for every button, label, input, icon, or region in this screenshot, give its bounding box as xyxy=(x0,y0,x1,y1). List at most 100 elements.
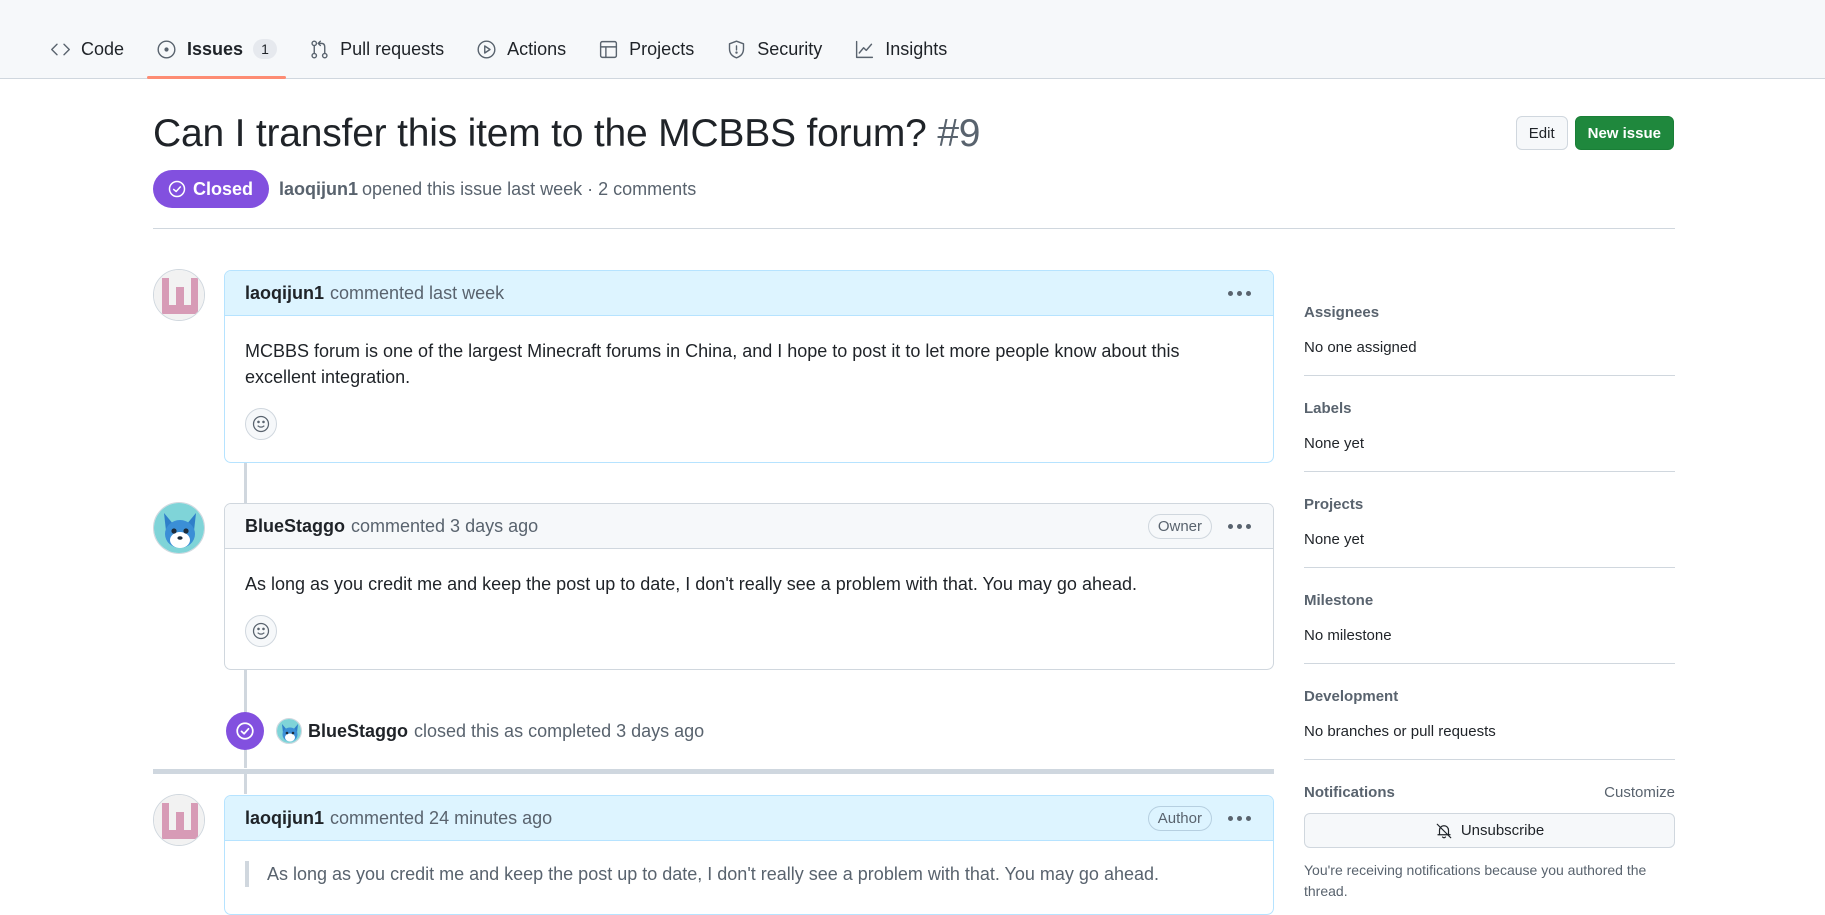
avatar[interactable] xyxy=(153,794,205,846)
sidebar-milestone[interactable]: Milestone No milestone xyxy=(1304,568,1675,664)
timeline-event-closed: BlueStaggo closed this as completed 3 da… xyxy=(226,712,704,750)
issues-count-badge: 1 xyxy=(253,39,278,59)
add-reaction-button[interactable] xyxy=(245,408,277,440)
tab-label: Issues xyxy=(187,38,244,59)
issue-title: Can I transfer this item to the MCBBS fo… xyxy=(153,112,980,156)
check-circle-icon xyxy=(236,722,254,740)
tab-label: Actions xyxy=(507,38,567,59)
issue-author-link[interactable]: laoqijun1 xyxy=(279,179,358,200)
comment-body: As long as you credit me and keep the po… xyxy=(225,841,1273,887)
comment-author[interactable]: laoqijun1 xyxy=(245,283,324,304)
comment-author[interactable]: laoqijun1 xyxy=(245,808,324,829)
tab-code[interactable]: Code xyxy=(38,28,136,70)
event-text: closed this as completed 3 days ago xyxy=(414,720,705,741)
code-icon xyxy=(51,43,70,55)
issue-opened-icon xyxy=(157,39,176,59)
sidebar-section-value: No one assigned xyxy=(1304,339,1417,356)
avatar[interactable] xyxy=(153,502,205,554)
unsubscribe-label: Unsubscribe xyxy=(1460,822,1545,839)
notifications-title: Notifications xyxy=(1304,784,1395,801)
tab-projects[interactable]: Projects xyxy=(586,28,706,70)
tab-actions[interactable]: Actions xyxy=(464,28,578,70)
tab-label: Projects xyxy=(629,38,695,59)
bell-slash-icon xyxy=(1436,823,1452,838)
comment: laoqijun1 commented 24 minutes ago Autho… xyxy=(224,795,1274,915)
tab-insights[interactable]: Insights xyxy=(842,28,959,70)
sidebar-section-value: None yet xyxy=(1304,435,1365,452)
smiley-icon xyxy=(252,622,270,640)
new-issue-button[interactable]: New issue xyxy=(1574,116,1674,150)
unsubscribe-button[interactable]: Unsubscribe xyxy=(1304,813,1675,848)
git-pull-request-icon xyxy=(311,39,328,59)
check-circle-icon xyxy=(168,180,186,198)
sidebar-section-title: Labels xyxy=(1304,400,1352,417)
issue-sidebar: Assignees No one assigned Labels None ye… xyxy=(1304,280,1675,902)
comment-time[interactable]: commented 3 days ago xyxy=(351,516,538,537)
comment: BlueStaggo commented 3 days ago Owner As… xyxy=(224,503,1274,670)
event-actor[interactable]: BlueStaggo xyxy=(308,721,408,742)
author-badge: Author xyxy=(1147,805,1212,831)
play-icon xyxy=(477,39,496,59)
sidebar-section-value: None yet xyxy=(1304,531,1365,548)
fox-avatar xyxy=(154,503,204,553)
comment-body: As long as you credit me and keep the po… xyxy=(245,574,1138,594)
closed-event-badge xyxy=(226,712,264,750)
issue-meta: opened this issue last week · 2 comments xyxy=(362,178,697,199)
comment-time[interactable]: commented last week xyxy=(330,283,504,304)
comment-options-icon[interactable] xyxy=(1226,285,1253,302)
edit-button[interactable]: Edit xyxy=(1515,116,1568,150)
issue-title-text: Can I transfer this item to the MCBBS fo… xyxy=(153,112,927,155)
sidebar-section-value: No milestone xyxy=(1304,627,1392,644)
comment-header: laoqijun1 commented 24 minutes ago Autho… xyxy=(225,796,1273,841)
comment-options-icon[interactable] xyxy=(1226,518,1253,535)
sidebar-development[interactable]: Development No branches or pull requests xyxy=(1304,664,1675,760)
sidebar-projects[interactable]: Projects None yet xyxy=(1304,472,1675,568)
repo-nav: Code Issues 1 Pull requests Actions Proj… xyxy=(0,0,1825,79)
avatar[interactable] xyxy=(276,718,302,744)
customize-link[interactable]: Customize xyxy=(1604,784,1675,801)
sidebar-assignees[interactable]: Assignees No one assigned xyxy=(1304,280,1675,376)
comment-header: laoqijun1 commented last week xyxy=(225,271,1273,316)
sidebar-section-title: Projects xyxy=(1304,496,1364,513)
tab-security[interactable]: Security xyxy=(714,28,834,70)
tab-label: Insights xyxy=(885,38,948,59)
identicon xyxy=(154,270,204,320)
timeline-line xyxy=(244,774,247,794)
tab-label: Pull requests xyxy=(340,38,445,59)
sidebar-section-title: Notifications Customize xyxy=(1304,784,1675,801)
graph-icon xyxy=(856,40,874,58)
comment-time[interactable]: commented 24 minutes ago xyxy=(330,808,552,829)
sidebar-labels[interactable]: Labels None yet xyxy=(1304,376,1675,472)
avatar[interactable] xyxy=(153,269,205,321)
smiley-icon xyxy=(252,415,270,433)
tab-label: Security xyxy=(757,38,823,59)
comment-author[interactable]: BlueStaggo xyxy=(245,516,345,537)
timeline-line xyxy=(244,462,247,504)
blockquote: As long as you credit me and keep the po… xyxy=(245,861,1253,887)
sidebar-section-title: Milestone xyxy=(1304,592,1374,609)
issue-number: #9 xyxy=(937,112,981,155)
comment: laoqijun1 commented last week MCBBS foru… xyxy=(224,270,1274,463)
add-reaction-button[interactable] xyxy=(245,615,277,647)
sidebar-section-title: Assignees xyxy=(1304,304,1380,321)
timeline-separator xyxy=(153,769,1274,774)
owner-badge: Owner xyxy=(1147,513,1212,539)
tab-label: Code xyxy=(81,38,125,59)
status-badge: Closed xyxy=(153,170,270,208)
comment-options-icon[interactable] xyxy=(1226,810,1253,827)
sidebar-section-value: No branches or pull requests xyxy=(1304,723,1496,740)
issue-state-row: Closed laoqijun1 opened this issue last … xyxy=(153,170,696,208)
identicon xyxy=(154,795,204,845)
sidebar-notifications: Notifications Customize Unsubscribe You'… xyxy=(1304,760,1675,902)
fox-avatar xyxy=(277,719,301,743)
tab-pull-requests[interactable]: Pull requests xyxy=(297,28,456,70)
header-actions: Edit New issue xyxy=(1515,116,1674,150)
comment-header: BlueStaggo commented 3 days ago Owner xyxy=(225,504,1273,549)
table-icon xyxy=(600,40,618,58)
status-label: Closed xyxy=(193,178,254,199)
header-divider xyxy=(153,228,1675,229)
tab-issues[interactable]: Issues 1 xyxy=(144,28,289,79)
repo-tabs: Code Issues 1 Pull requests Actions Proj… xyxy=(38,28,967,79)
sidebar-section-title: Development xyxy=(1304,688,1399,705)
notification-reason: You're receiving notifications because y… xyxy=(1304,862,1647,899)
